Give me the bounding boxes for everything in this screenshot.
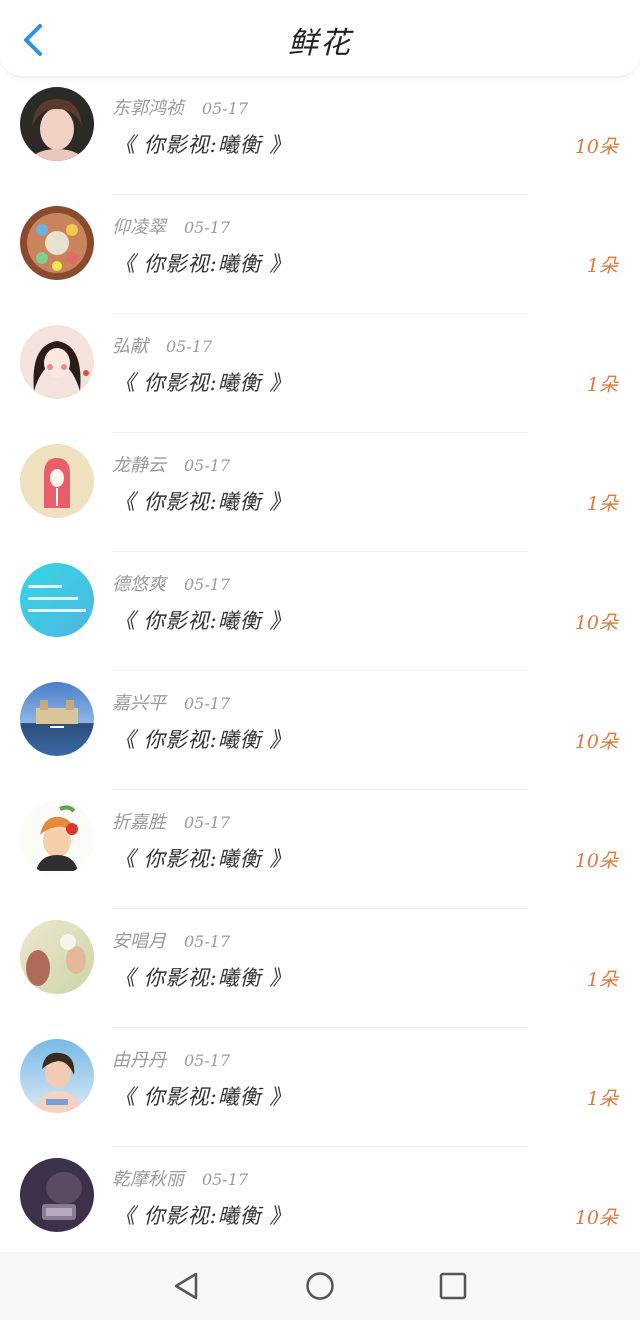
avatar[interactable] (20, 563, 94, 637)
avatar[interactable] (20, 87, 94, 161)
list-item[interactable]: 折嘉胜 05-17 《 你影视:曦衡 》 10朵 (0, 790, 640, 909)
gift-date: 05-17 (184, 813, 231, 832)
list-item[interactable]: 龙静云 05-17 《 你影视:曦衡 》 1朵 (0, 433, 640, 552)
work-title: 《 你影视:曦衡 》 (114, 847, 292, 871)
list-item[interactable]: 弘献 05-17 《 你影视:曦衡 》 1朵 (0, 314, 640, 433)
work-title: 《 你影视:曦衡 》 (114, 966, 292, 990)
sender-meta: 嘉兴平 05-17 (112, 689, 230, 715)
sender-name: 弘献 (112, 336, 148, 357)
flower-count: 10朵 (574, 136, 618, 158)
sender-name: 安唱月 (112, 931, 166, 952)
flower-count: 10朵 (574, 731, 618, 753)
gift-date: 05-17 (202, 99, 249, 118)
work-title: 《 你影视:曦衡 》 (114, 252, 292, 276)
flower-count: 10朵 (574, 1207, 618, 1229)
list-item[interactable]: 德悠爽 05-17 《 你影视:曦衡 》 10朵 (0, 552, 640, 671)
sender-name: 嘉兴平 (112, 693, 166, 714)
list-item[interactable]: 乾摩秋丽 05-17 《 你影视:曦衡 》 10朵 (0, 1147, 640, 1266)
sender-meta: 仰凌翠 05-17 (112, 213, 230, 239)
sender-meta: 安唱月 05-17 (112, 927, 230, 953)
flower-count: 1朵 (586, 493, 618, 515)
sender-meta: 乾摩秋丽 05-17 (112, 1165, 248, 1191)
flower-count: 1朵 (586, 374, 618, 396)
circle-home-icon (306, 1272, 334, 1300)
nav-home-button[interactable] (300, 1266, 340, 1306)
flower-count: 10朵 (574, 850, 618, 872)
list-item[interactable]: 仰凌翠 05-17 《 你影视:曦衡 》 1朵 (0, 195, 640, 314)
avatar[interactable] (20, 325, 94, 399)
system-navigation-bar (0, 1252, 640, 1320)
gift-date: 05-17 (184, 456, 231, 475)
sender-name: 乾摩秋丽 (112, 1169, 184, 1190)
avatar[interactable] (20, 682, 94, 756)
work-title: 《 你影视:曦衡 》 (114, 490, 292, 514)
work-title: 《 你影视:曦衡 》 (114, 371, 292, 395)
list-item[interactable]: 由丹丹 05-17 《 你影视:曦衡 》 1朵 (0, 1028, 640, 1147)
work-title: 《 你影视:曦衡 》 (114, 133, 292, 157)
sender-meta: 东郭鸿祯 05-17 (112, 94, 248, 120)
triangle-back-icon (174, 1272, 198, 1300)
avatar[interactable] (20, 1158, 94, 1232)
avatar[interactable] (20, 206, 94, 280)
top-app-bar: 鲜花 (0, 0, 640, 77)
gift-date: 05-17 (166, 337, 213, 356)
sender-meta: 由丹丹 05-17 (112, 1046, 230, 1072)
sender-meta: 德悠爽 05-17 (112, 570, 230, 596)
sender-name: 德悠爽 (112, 574, 166, 595)
flower-gift-list: 东郭鸿祯 05-17 《 你影视:曦衡 》 10朵 仰凌翠 05-17 《 你影视:曦衡 》… (0, 76, 640, 1266)
gift-date: 05-17 (202, 1170, 249, 1189)
page-title: 鲜花 (288, 26, 352, 61)
avatar[interactable] (20, 920, 94, 994)
avatar[interactable] (20, 1039, 94, 1113)
list-item[interactable]: 嘉兴平 05-17 《 你影视:曦衡 》 10朵 (0, 671, 640, 790)
flower-count: 1朵 (586, 1088, 618, 1110)
sender-meta: 弘献 05-17 (112, 332, 212, 358)
sender-meta: 龙静云 05-17 (112, 451, 230, 477)
work-title: 《 你影视:曦衡 》 (114, 728, 292, 752)
nav-recents-button[interactable] (433, 1266, 473, 1306)
sender-meta: 折嘉胜 05-17 (112, 808, 230, 834)
work-title: 《 你影视:曦衡 》 (114, 1204, 292, 1228)
list-item[interactable]: 东郭鸿祯 05-17 《 你影视:曦衡 》 10朵 (0, 76, 640, 195)
sender-name: 由丹丹 (112, 1050, 166, 1071)
gift-date: 05-17 (184, 1051, 231, 1070)
flower-count: 10朵 (574, 612, 618, 634)
sender-name: 仰凌翠 (112, 217, 166, 238)
work-title: 《 你影视:曦衡 》 (114, 1085, 292, 1109)
avatar[interactable] (20, 801, 94, 875)
flower-count: 1朵 (586, 969, 618, 991)
gift-date: 05-17 (184, 694, 231, 713)
list-item[interactable]: 安唱月 05-17 《 你影视:曦衡 》 1朵 (0, 909, 640, 1028)
gift-date: 05-17 (184, 218, 231, 237)
sender-name: 东郭鸿祯 (112, 98, 184, 119)
avatar[interactable] (20, 444, 94, 518)
gift-date: 05-17 (184, 932, 231, 951)
nav-back-button[interactable] (166, 1266, 206, 1306)
flower-count: 1朵 (586, 255, 618, 277)
work-title: 《 你影视:曦衡 》 (114, 609, 292, 633)
gift-date: 05-17 (184, 575, 231, 594)
sender-name: 龙静云 (112, 455, 166, 476)
sender-name: 折嘉胜 (112, 812, 166, 833)
square-recents-icon (439, 1272, 467, 1300)
